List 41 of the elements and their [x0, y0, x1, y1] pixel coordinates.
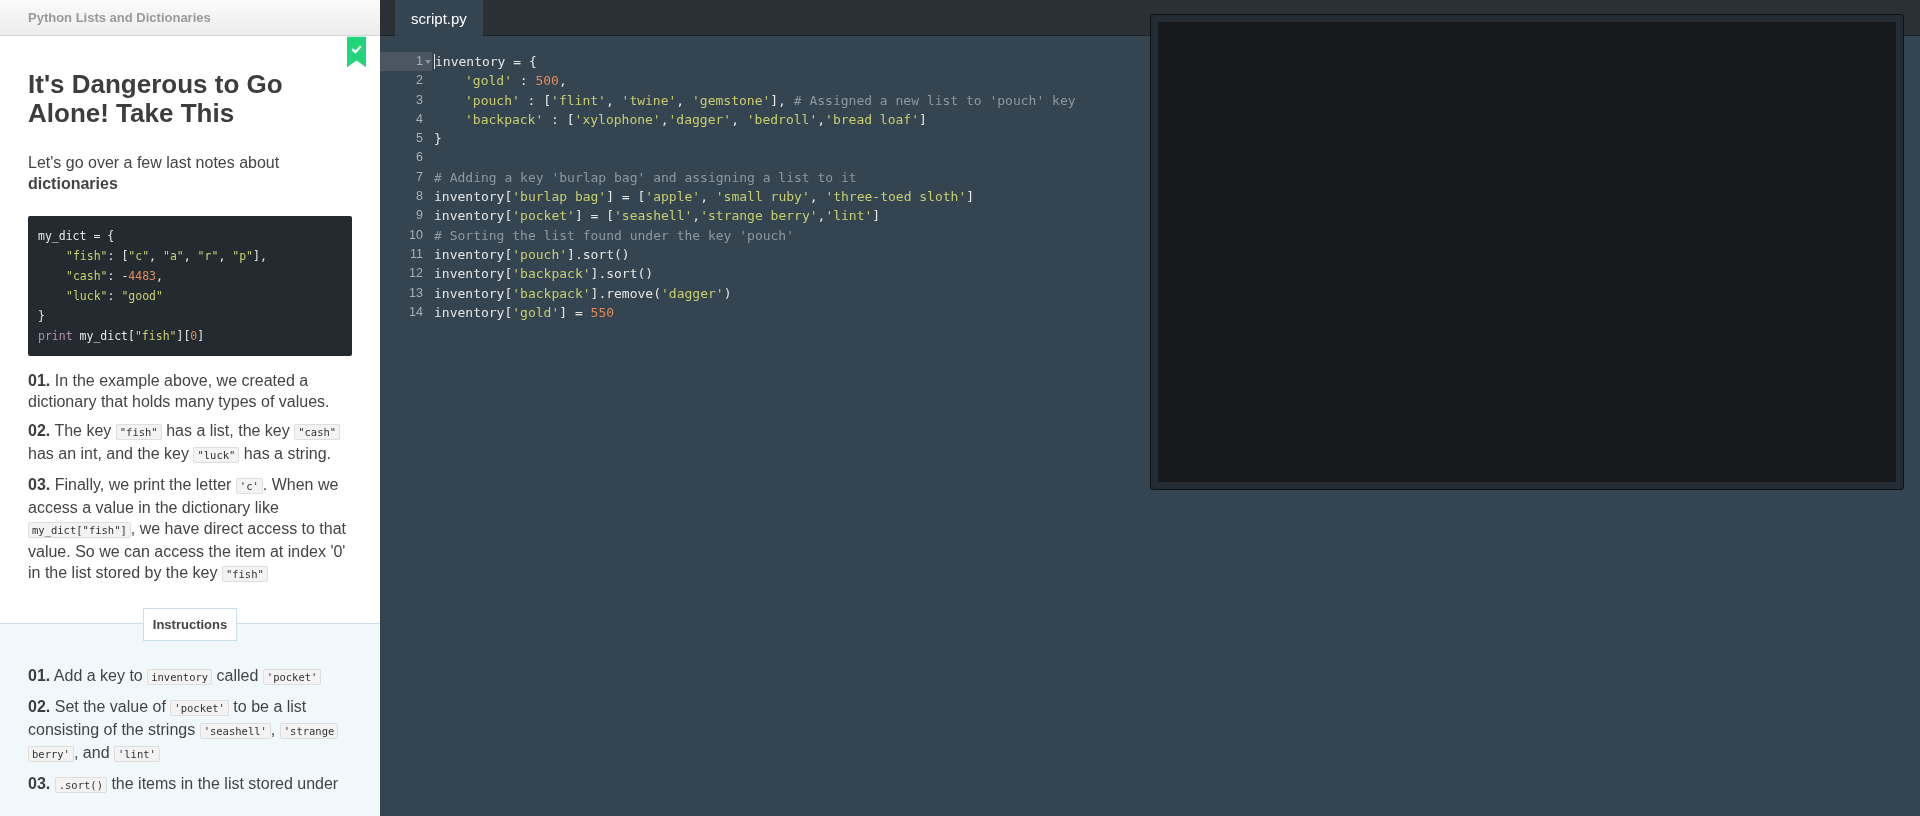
text-cursor — [434, 54, 435, 70]
instruction-step: 01. Add a key to inventory called 'pocket' — [28, 665, 352, 688]
line-number: 2 — [416, 72, 423, 90]
code-line: # Sorting the list found under the key 'pouch' — [434, 226, 795, 245]
line-number: 9 — [416, 207, 423, 225]
code-line: inventory['gold'] = 550 — [434, 303, 615, 322]
code-line: inventory['pouch'].sort() — [434, 245, 630, 264]
code-line: 'gold' : 500, — [465, 72, 567, 91]
course-title: Python Lists and Dictionaries — [28, 10, 211, 25]
instruction-step: 03. .sort() the items in the list stored under — [28, 773, 352, 796]
code-example: my_dict = { "fish": ["c", "a", "r", "p"], "cash": -4483, "luck": "good" } print my_dict["fish"][0] — [28, 216, 352, 356]
line-number: 3 — [416, 91, 423, 109]
line-number: 14 — [409, 303, 423, 321]
line-number: 8 — [416, 188, 423, 206]
line-number: 10 — [409, 226, 423, 244]
file-tab[interactable]: script.py — [395, 0, 483, 36]
line-number: 5 — [416, 130, 423, 148]
lesson-title: It's Dangerous to Go Alone! Take This — [28, 70, 284, 128]
line-number: 6 — [416, 149, 423, 167]
code-line: inventory = { — [435, 53, 537, 71]
lesson-intro: Let's go over a few last notes about dictionaries — [28, 153, 281, 194]
code-line: inventory['pocket'] = ['seashell','strange berry','lint'] — [434, 207, 881, 226]
code-editor[interactable] — [380, 0, 1920, 816]
lesson-note: 01. In the example above, we created a dictionary that holds many types of values. — [28, 371, 331, 412]
instructions-heading: Instructions — [142, 608, 238, 641]
code-line: inventory['backpack'].remove('dagger') — [434, 284, 732, 303]
code-line: } — [434, 130, 442, 149]
fold-caret-icon[interactable] — [425, 59, 431, 64]
line-number: 4 — [416, 110, 423, 128]
code-line: 'pouch' : ['flint', 'twine', 'gemstone'], # Assigned a new list to 'pouch' key — [465, 91, 1076, 110]
line-number: 12 — [409, 265, 423, 283]
code-line: # Adding a key 'burlap bag' and assigning a list to it — [434, 168, 857, 187]
line-number: 1 — [416, 53, 423, 70]
line-number: 13 — [409, 284, 423, 302]
code-line: inventory['burlap bag'] = ['apple', 'small ruby', 'three-toed sloth'] — [434, 188, 975, 207]
lesson-note: 03. Finally, we print the letter 'c' . When we access a value in the dictionary like my_dict["fish"] , we have direct access to that value. So we can access the item at index '0' in the list stored by the key "fish" — [28, 475, 348, 584]
lesson-note: 02. The key "fish" has a list, the key "cash" has an int, and the key "luck" has a string. — [28, 420, 352, 466]
line-number: 7 — [416, 168, 423, 186]
line-number: 11 — [410, 245, 423, 263]
code-line: 'backpack' : ['xylophone','dagger', 'bedroll','bread loaf'] — [465, 110, 927, 129]
code-line: inventory['backpack'].sort() — [434, 265, 654, 284]
